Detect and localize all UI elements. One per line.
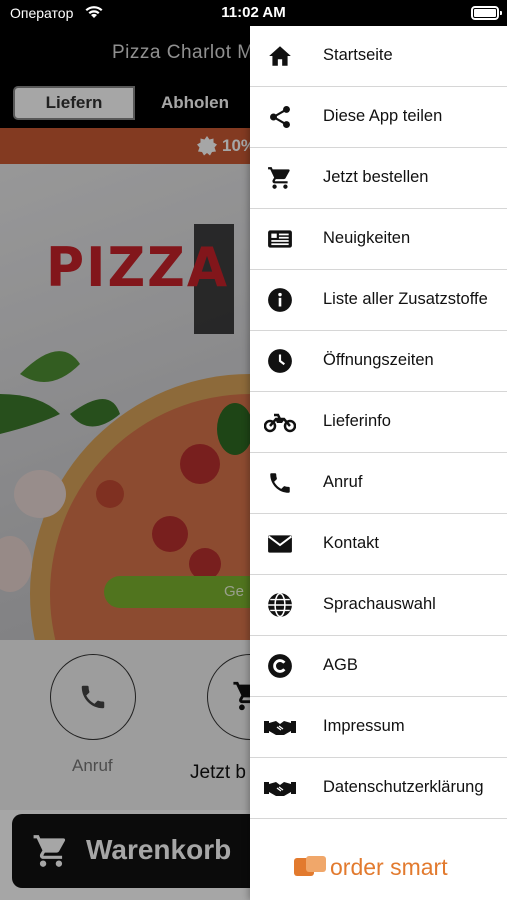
- menu-label: Öffnungszeiten: [323, 351, 434, 369]
- handshake-icon: [264, 721, 296, 735]
- menu-label: Jetzt bestellen: [323, 168, 429, 186]
- menu-label: Neuigkeiten: [323, 229, 411, 247]
- menu-label: Lieferinfo: [323, 412, 391, 430]
- menu-label: Kontakt: [323, 534, 379, 552]
- motorcycle-icon: [264, 413, 296, 433]
- menu-label: Anruf: [323, 473, 363, 491]
- menu-label: Liste aller Zusatzstoffe: [323, 290, 488, 308]
- copyright-icon: [268, 654, 292, 678]
- menu-item-privacy[interactable]: Datenschutzerklärung: [250, 758, 507, 819]
- info-icon: [268, 288, 292, 312]
- globe-icon: [268, 592, 292, 618]
- menu-item-order[interactable]: Jetzt bestellen: [250, 148, 507, 209]
- ordersmart-logo-icon: [294, 856, 326, 876]
- menu-label: Sprachauswahl: [323, 595, 436, 613]
- brand-text: order smart: [330, 854, 448, 880]
- menu-item-contact[interactable]: Kontakt: [250, 514, 507, 575]
- menu-item-additives[interactable]: Liste aller Zusatzstoffe: [250, 270, 507, 331]
- home-icon: [269, 46, 291, 66]
- menu-label: AGB: [323, 656, 358, 674]
- menu-item-impressum[interactable]: Impressum: [250, 697, 507, 758]
- status-time: 11:02 AM: [221, 4, 286, 21]
- envelope-icon: [268, 535, 292, 553]
- clock-icon: [268, 349, 292, 373]
- menu-item-news[interactable]: Neuigkeiten: [250, 209, 507, 270]
- phone-icon: [270, 473, 290, 493]
- menu-label: Startseite: [323, 46, 393, 64]
- cart-icon: [268, 167, 290, 189]
- menu-item-agb[interactable]: AGB: [250, 636, 507, 697]
- menu-item-hours[interactable]: Öffnungszeiten: [250, 331, 507, 392]
- menu-item-startseite[interactable]: Startseite: [250, 26, 507, 87]
- menu-item-language[interactable]: Sprachauswahl: [250, 575, 507, 636]
- share-icon: [270, 105, 290, 129]
- menu-label: Diese App teilen: [323, 107, 443, 125]
- menu-label: Datenschutzerklärung: [323, 778, 484, 796]
- menu-item-delivery-info[interactable]: Lieferinfo: [250, 392, 507, 453]
- menu-item-call[interactable]: Anruf: [250, 453, 507, 514]
- menu-label: Impressum: [323, 717, 405, 735]
- news-icon: [268, 230, 292, 248]
- status-bar: Оператор 11:02 AM: [0, 0, 507, 26]
- side-menu: Startseite Diese App teilen Jetzt bestel…: [250, 26, 507, 900]
- handshake-icon: [264, 782, 296, 796]
- menu-item-share[interactable]: Diese App teilen: [250, 87, 507, 148]
- battery-icon: [471, 6, 502, 20]
